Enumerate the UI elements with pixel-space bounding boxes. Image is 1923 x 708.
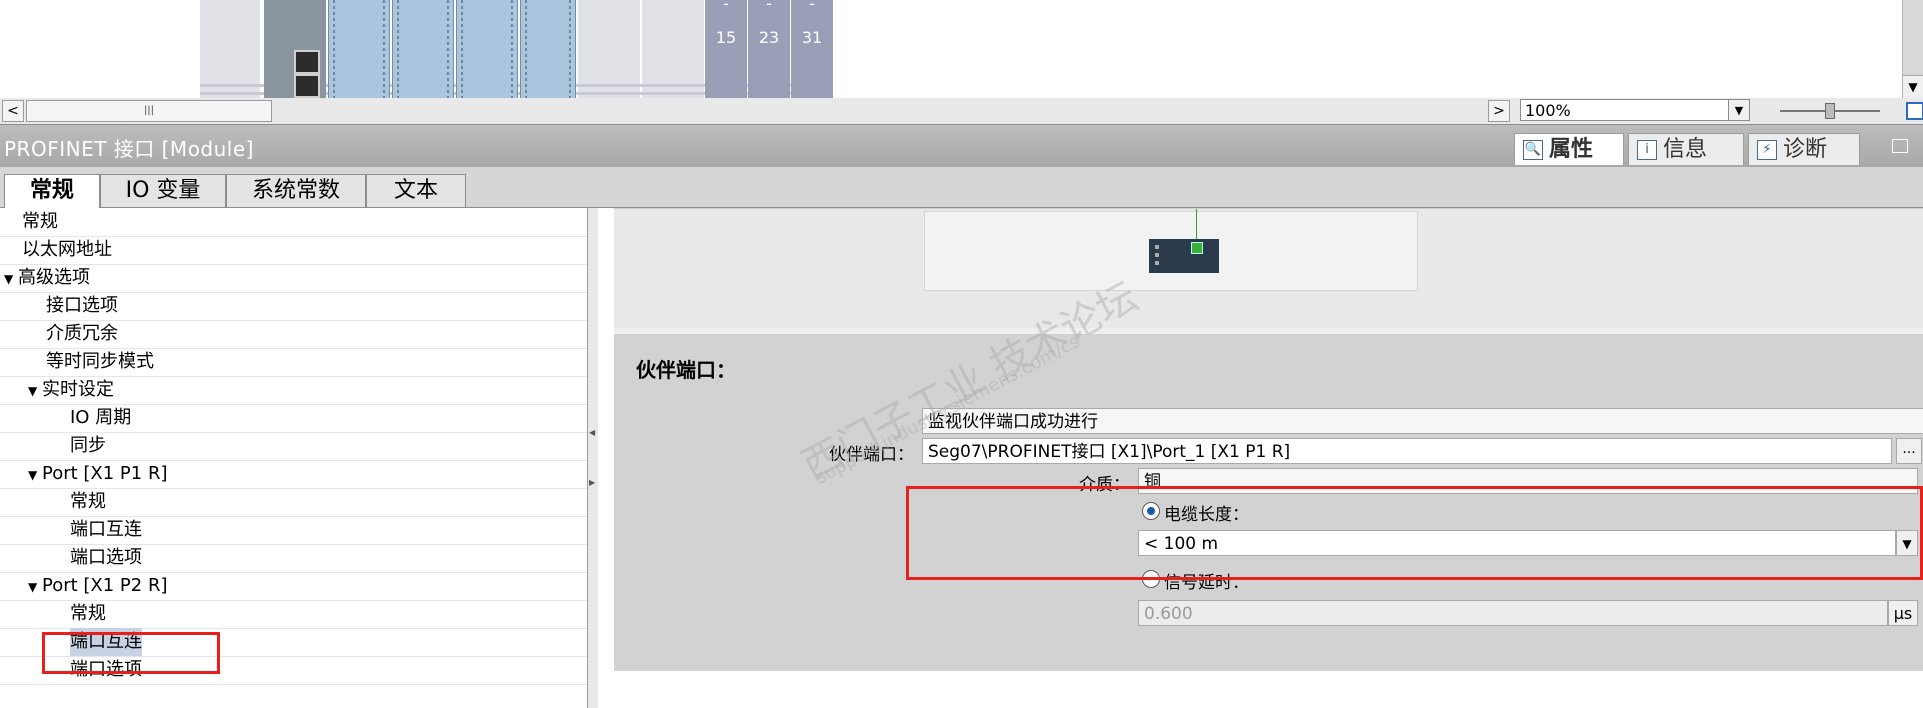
- tree-item-port-p1[interactable]: ▼ Port [X1 P1 R]: [0, 460, 587, 489]
- tree-item-label: Port [X1 P2 R]: [42, 575, 168, 596]
- highlight-box: [42, 632, 220, 674]
- section-title: 伙伴端口：: [636, 358, 736, 382]
- slot-number: 23: [758, 28, 780, 47]
- tree-item-label: 同步: [70, 435, 106, 456]
- tree-item-label: 以太网地址: [22, 239, 112, 260]
- expand-arrow-icon[interactable]: ▼: [28, 377, 42, 405]
- tree-item-label: 接口选项: [46, 295, 118, 316]
- slot-dash: -: [723, 0, 729, 13]
- tree-item-label: IO 周期: [70, 407, 132, 428]
- tree-item-label: 常规: [70, 603, 106, 624]
- tree-item-label: 等时同步模式: [46, 351, 154, 372]
- tree-item-synchronization[interactable]: 同步: [0, 432, 587, 461]
- scroll-thumb[interactable]: |||: [26, 100, 272, 122]
- tree-item-label: 常规: [70, 491, 106, 512]
- expand-arrow-icon[interactable]: ▼: [4, 265, 18, 293]
- scroll-down-icon[interactable]: ▼: [1903, 75, 1923, 98]
- device-view[interactable]: - 15 - 23 - 31 ▼: [0, 0, 1923, 98]
- tree-item-advanced-options[interactable]: ▼ 高级选项: [0, 264, 587, 293]
- tree-item-label: 高级选项: [18, 267, 90, 288]
- inspector-title-bar: PROFINET 接口 [Module] 🔍 属性 i 信息 ⚡ 诊断: [0, 125, 1923, 167]
- tree-item-label: 端口选项: [70, 547, 142, 568]
- tab-system-constants[interactable]: 系统常数: [226, 174, 366, 207]
- port-graphic-panel: [614, 208, 1923, 329]
- io-module[interactable]: [520, 0, 576, 98]
- io-module[interactable]: [392, 0, 454, 98]
- properties-icon: 🔍: [1523, 140, 1543, 160]
- tree-item-isochronous-mode[interactable]: 等时同步模式: [0, 348, 587, 377]
- tree-item-io-cycle[interactable]: IO 周期: [0, 404, 587, 433]
- monitor-status-field: 监视伙伴端口成功进行: [922, 408, 1923, 434]
- browse-button[interactable]: ...: [1896, 438, 1922, 464]
- partner-port-label: 伙伴端口：: [829, 445, 914, 465]
- zoom-dropdown-icon[interactable]: ▼: [1728, 99, 1750, 121]
- vertical-scrollbar[interactable]: ▼: [1902, 0, 1923, 98]
- tree-item-p1-general[interactable]: 常规: [0, 488, 587, 517]
- port-led: [1191, 242, 1203, 254]
- collapse-right-icon[interactable]: ▶: [589, 478, 595, 487]
- tree-item-ethernet-address[interactable]: 以太网地址: [0, 236, 587, 265]
- ethernet-port-icon: [294, 50, 320, 74]
- tab-label: 信息: [1663, 137, 1708, 162]
- signal-delay-field: 0.600: [1138, 600, 1888, 626]
- tab-diagnostics[interactable]: ⚡ 诊断: [1748, 133, 1860, 165]
- partner-port-field[interactable]: Seg07\PROFINET接口 [X1]\Port_1 [X1 P1 R]: [922, 438, 1892, 464]
- collapse-left-icon[interactable]: ◀: [589, 428, 595, 437]
- tree-item-interface-options[interactable]: 接口选项: [0, 292, 587, 321]
- tab-texts[interactable]: 文本: [366, 174, 466, 207]
- tab-general[interactable]: 常规: [4, 174, 100, 208]
- section-tabs: 常规 IO 变量 系统常数 文本: [0, 167, 1923, 208]
- restore-window-icon[interactable]: [1892, 139, 1908, 153]
- connection-line: [1196, 209, 1197, 239]
- device-icon: [1149, 239, 1219, 273]
- slot-dash: -: [766, 0, 772, 13]
- expand-arrow-icon[interactable]: ▼: [28, 573, 42, 601]
- slot-dash: -: [809, 0, 815, 13]
- tree-item-label: 端口互连: [70, 519, 142, 540]
- zoom-input[interactable]: 100%: [1520, 99, 1730, 121]
- slot-column[interactable]: - 23: [748, 0, 790, 98]
- navigation-tree: 常规 以太网地址 ▼ 高级选项 接口选项 介质冗余 等时同步模式 ▼ 实时设定 IO…: [0, 208, 587, 708]
- io-module[interactable]: [328, 0, 390, 98]
- slot-number: 31: [801, 28, 823, 47]
- slot-number: 15: [715, 28, 737, 47]
- tab-label: 属性: [1549, 137, 1594, 162]
- cpu-module[interactable]: [264, 0, 326, 98]
- scroll-right-icon[interactable]: >: [1488, 100, 1510, 122]
- diagnostics-icon: ⚡: [1757, 140, 1777, 160]
- slot-column[interactable]: - 15: [705, 0, 747, 98]
- overview-icon[interactable]: [1906, 102, 1923, 120]
- tree-item-label: 常规: [22, 211, 58, 232]
- tab-label: 诊断: [1783, 137, 1828, 162]
- tree-item-port-p2[interactable]: ▼ Port [X1 P2 R]: [0, 572, 587, 601]
- io-module[interactable]: [456, 0, 518, 98]
- highlight-box: [906, 486, 1923, 580]
- zoom-slider-handle[interactable]: [1825, 103, 1835, 119]
- tree-item-general[interactable]: 常规: [0, 208, 587, 237]
- info-icon: i: [1637, 140, 1657, 160]
- tree-item-label: 介质冗余: [46, 323, 118, 344]
- tree-item-label: Port [X1 P1 R]: [42, 463, 168, 484]
- tab-properties[interactable]: 🔍 属性: [1514, 133, 1624, 165]
- signal-delay-unit: μs: [1888, 600, 1918, 626]
- tree-item-media-redundancy[interactable]: 介质冗余: [0, 320, 587, 349]
- tree-item-p2-general[interactable]: 常规: [0, 600, 587, 629]
- tree-item-label: 实时设定: [42, 379, 114, 400]
- tree-item-realtime-settings[interactable]: ▼ 实时设定: [0, 376, 587, 405]
- slot-column[interactable]: - 31: [791, 0, 833, 98]
- horizontal-scroll-strip: < ||| > 100% ▼: [0, 98, 1923, 125]
- properties-content: 伙伴端口： 监视伙伴端口成功进行 伙伴端口： Seg07\PROFINET接口 …: [598, 208, 1923, 708]
- tab-info[interactable]: i 信息: [1628, 133, 1744, 165]
- inspector-title: PROFINET 接口 [Module]: [4, 137, 254, 161]
- tree-item-p1-port-options[interactable]: 端口选项: [0, 544, 587, 573]
- tree-item-p1-port-interconnection[interactable]: 端口互连: [0, 516, 587, 545]
- scroll-left-icon[interactable]: <: [2, 100, 24, 122]
- tab-io-tags[interactable]: IO 变量: [100, 174, 226, 207]
- expand-arrow-icon[interactable]: ▼: [28, 461, 42, 489]
- ethernet-port-icon: [294, 74, 320, 98]
